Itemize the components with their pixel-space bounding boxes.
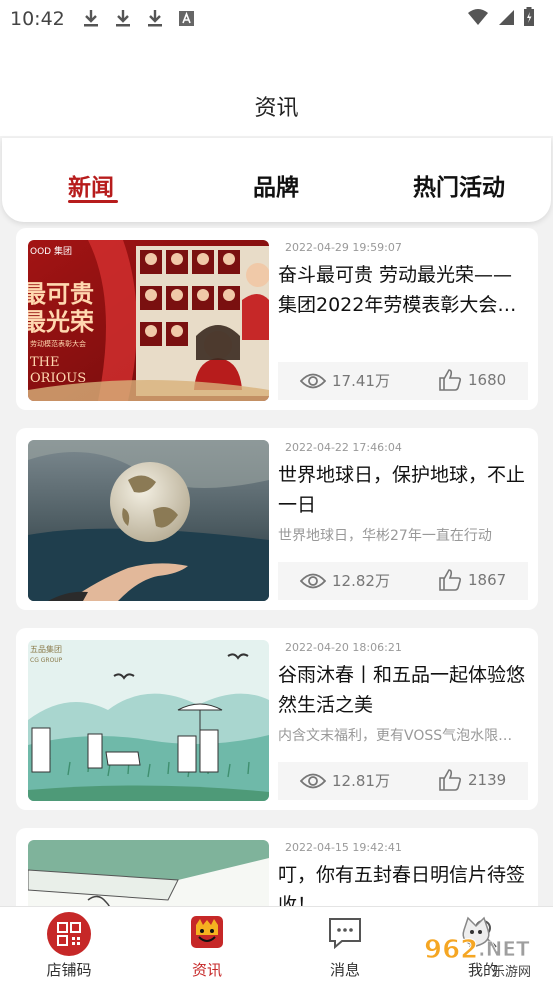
like-count-value: 1867 <box>468 571 507 589</box>
status-system-icons <box>467 7 535 27</box>
tab-news[interactable]: 新闻 <box>68 168 114 202</box>
thumb-subline: 劳动模范表彰大会 <box>30 339 86 348</box>
article-card[interactable]: 五品集团 CG GROUP 2022-04-20 18:06:21 谷雨沐春丨和… <box>16 628 538 810</box>
article-card[interactable]: OOD 集团 最可贵 最光荣 劳动模范表彰大会 THE ORIOUS 2022-… <box>16 228 538 410</box>
like-count-value: 1680 <box>468 371 507 389</box>
article-card[interactable]: 2022-04-22 17:46:04 世界地球日，保护地球，不止一日 世界地球… <box>16 428 538 610</box>
eye-icon <box>300 773 326 788</box>
watermark-number: 962 <box>424 935 478 965</box>
like-count-value: 2139 <box>468 771 507 789</box>
nav-news[interactable]: 资讯 <box>152 907 262 984</box>
article-date: 2022-04-22 17:46:04 <box>285 441 402 454</box>
article-stats: 12.81万 2139 <box>278 762 528 800</box>
status-notification-icons <box>82 8 196 28</box>
thumb-brand-en: CG GROUP <box>30 657 63 664</box>
eye-icon <box>300 573 326 588</box>
article-date: 2022-04-15 19:42:41 <box>285 841 402 854</box>
view-count-value: 12.81万 <box>332 772 390 790</box>
article-thumbnail-award: OOD 集团 最可贵 最光荣 劳动模范表彰大会 THE ORIOUS <box>28 240 269 401</box>
thumb-en-2: ORIOUS <box>30 371 86 386</box>
signal-icon <box>499 10 514 25</box>
view-count: 12.81万 <box>300 770 390 791</box>
thumb-headline-1: 最可贵 <box>28 280 94 308</box>
article-date: 2022-04-20 18:06:21 <box>285 641 402 654</box>
watermark-domain: .NET <box>478 937 530 961</box>
eye-icon <box>300 373 326 388</box>
article-thumbnail-globe <box>28 440 269 601</box>
site-watermark: 962 .NET 乐游网 <box>420 912 552 982</box>
nav-shop-code[interactable]: 店铺码 <box>14 907 124 984</box>
qr-code-icon <box>47 912 91 956</box>
tab-hot-events[interactable]: 热门活动 <box>413 168 505 202</box>
article-subtitle: 内含文末福利，更有VOSS气泡水限… <box>278 728 513 744</box>
font-app-icon <box>178 8 196 28</box>
nav-label: 店铺码 <box>46 961 92 979</box>
title-bar: 资讯 <box>0 38 553 136</box>
view-count-value: 17.41万 <box>332 372 390 390</box>
article-date: 2022-04-29 19:59:07 <box>285 241 402 254</box>
download-icon <box>82 8 100 28</box>
thumbs-up-icon <box>439 369 462 391</box>
category-tabs: 新闻 品牌 热门活动 <box>2 138 551 222</box>
article-stats: 12.82万 1867 <box>278 562 528 600</box>
article-title: 奋斗最可贵 劳动最光荣——集团2022年劳模表彰大会… <box>278 264 517 316</box>
article-title: 谷雨沐春丨和五品一起体验悠然生活之美 <box>278 664 526 716</box>
view-count: 17.41万 <box>300 370 390 391</box>
battery-icon <box>524 7 534 26</box>
page-title: 资讯 <box>254 96 299 121</box>
download-icon <box>114 8 132 28</box>
wifi-icon <box>468 9 488 25</box>
tab-active-underline <box>68 200 118 203</box>
like-count[interactable]: 1867 <box>438 568 506 592</box>
status-time: 10:42 <box>10 8 65 30</box>
nav-label: 消息 <box>329 961 360 979</box>
status-bar: 10:42 <box>0 0 553 38</box>
like-count[interactable]: 2139 <box>438 768 506 792</box>
thumb-brand-cn: 五品集团 <box>30 644 62 654</box>
nav-label: 资讯 <box>191 961 222 979</box>
view-count: 12.82万 <box>300 570 390 591</box>
article-stats: 17.41万 1680 <box>278 362 528 400</box>
article-thumbnail-spring: 五品集团 CG GROUP <box>28 640 269 801</box>
nav-messages[interactable]: 消息 <box>290 907 400 984</box>
thumb-brand-text: OOD 集团 <box>30 245 72 257</box>
thumb-headline-2: 最光荣 <box>28 308 94 336</box>
tab-brand[interactable]: 品牌 <box>253 168 299 202</box>
article-title: 世界地球日，保护地球，不止一日 <box>278 464 526 516</box>
thumbs-up-icon <box>439 769 462 791</box>
view-count-value: 12.82万 <box>332 572 390 590</box>
thumb-en-1: THE <box>30 355 60 370</box>
article-subtitle: 世界地球日，华彬27年一直在行动 <box>278 528 492 544</box>
thumbs-up-icon <box>439 569 462 591</box>
news-mascot-icon <box>191 916 223 948</box>
message-bubble-icon <box>329 918 361 949</box>
like-count[interactable]: 1680 <box>438 368 506 392</box>
watermark-site-name: 乐游网 <box>492 965 531 980</box>
download-icon <box>146 8 164 28</box>
